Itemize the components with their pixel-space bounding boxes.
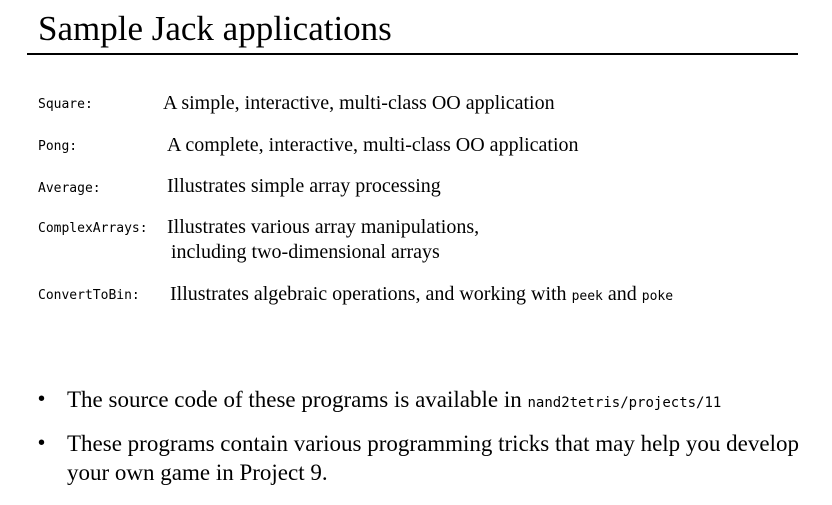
- app-description-average: Illustrates simple array processing: [167, 175, 441, 197]
- slide-title: Sample Jack applications: [38, 9, 392, 48]
- code-peek: peek: [571, 289, 603, 304]
- app-description-complexarrays-line2: including two-dimensional arrays: [171, 241, 440, 263]
- code-path: nand2tetris/projects/11: [527, 395, 722, 411]
- app-description-square: A simple, interactive, multi-class OO ap…: [163, 92, 555, 114]
- bullet-icon: •: [38, 388, 46, 410]
- app-name-square: Square:: [38, 97, 93, 112]
- title-divider: [27, 53, 798, 55]
- code-poke: poke: [641, 289, 674, 304]
- bullet-text-main: The source code of these programs is ava…: [67, 387, 522, 412]
- bullet-text: These programs contain various programmi…: [67, 431, 799, 485]
- app-description-complexarrays-line1: Illustrates various array manipulations,: [167, 216, 480, 238]
- conjunction-text: and: [607, 283, 637, 305]
- app-description-converttobin: Illustrates algebraic operations, and wo…: [170, 282, 673, 309]
- app-name-complexarrays: ComplexArrays:: [38, 221, 148, 236]
- app-name-average: Average:: [38, 181, 101, 196]
- app-name-converttobin: ConvertToBin:: [38, 288, 140, 303]
- bullet-text: The source code of these programs is ava…: [67, 385, 807, 418]
- bullet-icon: •: [38, 432, 46, 454]
- description-text: Illustrates algebraic operations, and wo…: [170, 283, 567, 305]
- app-name-pong: Pong:: [38, 139, 78, 154]
- app-description-pong: A complete, interactive, multi-class OO …: [167, 134, 579, 156]
